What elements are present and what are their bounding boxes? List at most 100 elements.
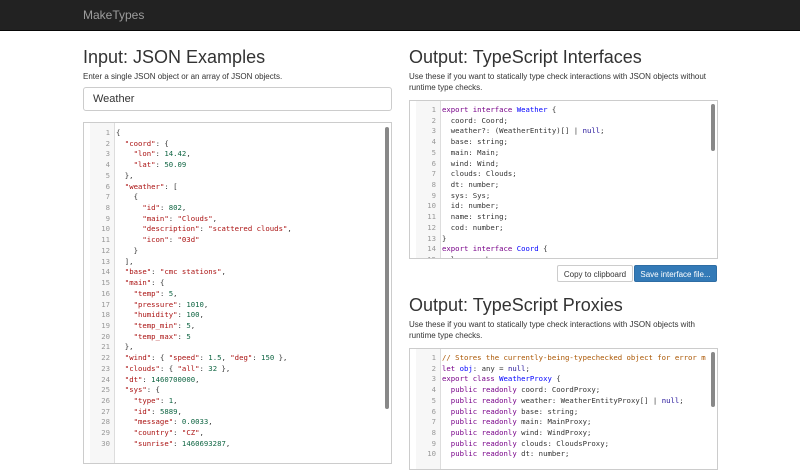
save-interface-file-button[interactable]: Save interface file... bbox=[634, 265, 717, 282]
code-text: "lat": 50.09 bbox=[133, 160, 187, 170]
proxies-help-line1: Use these if you want to statically type… bbox=[409, 320, 695, 329]
editor-scrollbar[interactable] bbox=[711, 104, 715, 151]
code-text: "type": 1, bbox=[133, 395, 178, 405]
navbar: MakeTypes bbox=[0, 0, 800, 31]
line-number: 25 bbox=[101, 385, 110, 395]
line-number: 3 bbox=[431, 374, 436, 384]
code-text: } bbox=[116, 245, 138, 255]
line-number: 12 bbox=[101, 245, 110, 255]
code-text: "main": "Clouds", bbox=[142, 213, 218, 223]
code-text: public readonly weather: WeatherEntityPr… bbox=[450, 395, 684, 405]
code-text: "icon": "03d" bbox=[142, 235, 200, 245]
proxy-line: 5 public readonly weather: WeatherEntity… bbox=[416, 396, 717, 407]
interface-line: 12 cod: number; bbox=[416, 223, 717, 234]
line-number: 27 bbox=[101, 406, 110, 416]
code-text: main: Main; bbox=[442, 147, 500, 157]
code-text: "sys": { bbox=[124, 385, 160, 395]
code-text: "id": 802, bbox=[142, 203, 187, 213]
line-number: 26 bbox=[101, 395, 110, 405]
line-number: 6 bbox=[105, 181, 110, 191]
line-number: 2 bbox=[431, 115, 436, 125]
json-line: 26 "type": 1, bbox=[90, 396, 391, 407]
line-number: 21 bbox=[101, 342, 110, 352]
line-number: 7 bbox=[431, 169, 436, 179]
json-line: 1{ bbox=[90, 128, 391, 139]
code-text: "sunrise": 1460693287, bbox=[133, 438, 231, 448]
proxy-line: 7 public readonly main: MainProxy; bbox=[416, 417, 717, 428]
line-number: 9 bbox=[105, 213, 110, 223]
code-text: public readonly base: string; bbox=[450, 406, 579, 416]
proxy-line: 1 // Stores the currently-being-typecheck… bbox=[416, 353, 717, 364]
brand-link[interactable]: MakeTypes bbox=[83, 8, 144, 22]
code-text: "lon": 14.42, bbox=[133, 149, 191, 159]
line-number: 13 bbox=[101, 256, 110, 266]
json-line: 2 "coord": { bbox=[90, 139, 391, 150]
code-text: "coord": { bbox=[124, 138, 169, 148]
line-number: 1 bbox=[431, 105, 436, 114]
json-line: 28 "message": 0.0033, bbox=[90, 417, 391, 428]
line-number: 6 bbox=[431, 158, 436, 168]
proxies-help-line2: runtime type checks. bbox=[409, 331, 483, 340]
line-number: 22 bbox=[101, 353, 110, 363]
line-number: 5 bbox=[105, 170, 110, 180]
code-text: export interface Coord { bbox=[442, 244, 548, 254]
interface-line: 6 wind: Wind; bbox=[416, 159, 717, 170]
json-line: 21 }, bbox=[90, 342, 391, 353]
code-text: base: string; bbox=[442, 137, 508, 147]
code-text: "message": 0.0033, bbox=[133, 417, 213, 427]
code-text: wind: Wind; bbox=[442, 158, 500, 168]
line-number: 2 bbox=[431, 363, 436, 373]
interface-line: 1 export interface Weather { bbox=[416, 105, 717, 116]
interface-line: 10 id: number; bbox=[416, 201, 717, 212]
line-number: 23 bbox=[101, 363, 110, 373]
code-text: "clouds": { "all": 32 }, bbox=[124, 363, 231, 373]
code-text: } bbox=[442, 233, 447, 243]
line-number: 8 bbox=[105, 203, 110, 213]
line-number: 14 bbox=[101, 267, 110, 277]
json-line: 19 "temp_min": 5, bbox=[90, 321, 391, 332]
json-line: 3 "lon": 14.42, bbox=[90, 149, 391, 160]
line-number: 16 bbox=[101, 288, 110, 298]
line-number: 6 bbox=[431, 406, 436, 416]
proxy-line: 4 public readonly coord: CoordProxy; bbox=[416, 385, 717, 396]
json-line: 24 "dt": 1460700000, bbox=[90, 375, 391, 386]
line-number: 4 bbox=[431, 137, 436, 147]
type-name-input[interactable] bbox=[83, 87, 392, 111]
line-number: 9 bbox=[431, 190, 436, 200]
json-line: 4 "lat": 50.09 bbox=[90, 160, 391, 171]
line-number: 4 bbox=[105, 160, 110, 170]
line-number: 29 bbox=[101, 428, 110, 438]
json-line: 15 "main": { bbox=[90, 278, 391, 289]
json-line: 20 "temp_max": 5 bbox=[90, 332, 391, 343]
interfaces-output-editor[interactable]: 1 export interface Weather {2 coord: Coor… bbox=[409, 100, 718, 259]
editor-scrollbar[interactable] bbox=[711, 352, 715, 407]
line-number: 5 bbox=[431, 147, 436, 157]
line-number: 10 bbox=[427, 449, 436, 459]
code-text: clouds: Clouds; bbox=[442, 169, 517, 179]
code-text: "main": { bbox=[124, 278, 165, 288]
line-number: 24 bbox=[101, 374, 110, 384]
json-line: 16 "temp": 5, bbox=[90, 289, 391, 300]
interfaces-help-line1: Use these if you want to statically type… bbox=[409, 72, 707, 81]
json-input-editor[interactable]: 1{2 "coord": {3 "lon": 14.42, 4 "lat": 50… bbox=[83, 122, 392, 464]
code-text: "id": 5889, bbox=[133, 406, 182, 416]
json-line: 9 "main": "Clouds", bbox=[90, 214, 391, 225]
json-line: 13 ], bbox=[90, 257, 391, 268]
input-heading: Input: JSON Examples bbox=[83, 47, 266, 67]
interfaces-help-line2: runtime type checks. bbox=[409, 83, 483, 92]
proxies-output-editor[interactable]: 1 // Stores the currently-being-typecheck… bbox=[409, 348, 718, 470]
json-line: 30 "sunrise": 1460693287, bbox=[90, 439, 391, 450]
proxies-heading: Output: TypeScript Proxies bbox=[409, 295, 623, 315]
code-text: }, bbox=[116, 170, 134, 180]
interface-line: 8 dt: number; bbox=[416, 180, 717, 191]
line-number: 10 bbox=[101, 224, 110, 234]
interface-line: 13} bbox=[416, 234, 717, 245]
interfaces-heading: Output: TypeScript Interfaces bbox=[409, 47, 642, 67]
code-text: "wind": { "speed": 1.5, "deg": 150 }, bbox=[124, 353, 288, 363]
interface-line: 4 base: string; bbox=[416, 137, 717, 148]
line-number: 28 bbox=[101, 417, 110, 427]
code-text: public readonly main: MainProxy; bbox=[450, 417, 592, 427]
editor-scrollbar[interactable] bbox=[385, 127, 389, 409]
copy-to-clipboard-button[interactable]: Copy to clipboard bbox=[557, 265, 633, 282]
line-number: 1 bbox=[431, 353, 436, 362]
